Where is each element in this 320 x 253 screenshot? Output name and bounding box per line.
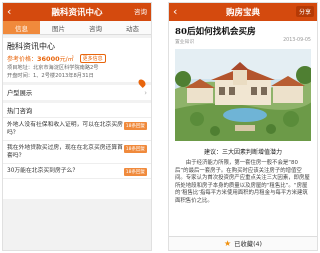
project-name: 融科资讯中心 xyxy=(7,42,55,51)
share-button[interactable]: 分享 xyxy=(295,6,314,17)
floorplan-title: 户型展示 xyxy=(7,90,33,97)
floorplan-section[interactable]: 户型展示 › xyxy=(3,85,151,100)
more-info-button[interactable]: 更多信息 xyxy=(79,54,106,63)
tab-info[interactable]: 信息 xyxy=(3,21,40,34)
project-card: 融科资讯中心 参考价格： 36000 元/㎡ 更多信息 项目地址：北京市海淀区科… xyxy=(3,38,151,82)
chevron-right-icon: › xyxy=(144,88,147,97)
navigation-bar: ‹ 融科资讯中心 咨询 xyxy=(3,3,151,21)
tab-photos[interactable]: 图片 xyxy=(40,21,77,34)
favorite-label: 已收藏(4) xyxy=(234,241,262,248)
article-photo xyxy=(175,49,311,141)
reply-count-badge: 18条回复 xyxy=(123,122,147,130)
faq-item[interactable]: 外地人没有社保和收入证明，可以在北京买房吗？ 18条回复 xyxy=(3,118,151,141)
article-caption: 建议：三大因素判断增值潜力 xyxy=(203,149,282,156)
screenshot: ‹ 融科资讯中心 咨询 信息 图片 咨询 动态 融科资讯中心 参考价格： 360… xyxy=(0,0,320,253)
article-date: 2013-09-05 xyxy=(283,38,311,43)
project-detail-screen: ‹ 融科资讯中心 咨询 信息 图片 咨询 动态 融科资讯中心 参考价格： 360… xyxy=(2,2,152,251)
tab-news[interactable]: 动态 xyxy=(114,21,151,34)
faq-item[interactable]: 我在外地贷款买过房，现在在北京买房还算首套吗？ 18条回复 xyxy=(3,141,151,164)
price-unit: 元/㎡ xyxy=(59,56,74,63)
favorite-bar[interactable]: ★ 已收藏(4) xyxy=(169,236,317,250)
article-meta: 置业知识 2013-09-05 xyxy=(169,37,317,45)
reply-count-badge: 18条回复 xyxy=(123,145,147,153)
price-value: 36000 xyxy=(37,54,60,63)
article-source: 置业知识 xyxy=(175,40,195,45)
reply-count-badge: 18条回复 xyxy=(123,168,147,176)
article-body: 由于经济能力所限，第一套住房一般不会是“80后”的最后一套房子。在购买时应该关注… xyxy=(175,160,310,203)
consult-button[interactable]: 咨询 xyxy=(134,6,147,16)
opening-date: 开盘时间：1、2号楼2013年8月31日 xyxy=(7,73,94,79)
price-label: 参考价格： xyxy=(7,56,38,63)
back-icon[interactable]: ‹ xyxy=(173,5,177,18)
page-title: 购房宝典 xyxy=(225,8,260,18)
article-screen: ‹ 购房宝典 分享 80后如何找机会买房 置业知识 2013-09-05 建议：… xyxy=(168,2,318,251)
navigation-bar: ‹ 购房宝典 分享 xyxy=(169,3,317,21)
price-row: 参考价格： 36000 元/㎡ 更多信息 xyxy=(7,54,147,63)
tab-consult[interactable]: 咨询 xyxy=(77,21,114,34)
back-icon[interactable]: ‹ xyxy=(7,5,11,18)
faq-item[interactable]: 30万能在北京买到房子么？ 18条回复 xyxy=(3,164,151,179)
faq-title: 热门咨询 xyxy=(3,103,151,118)
project-address: 项目地址：北京市海淀区科学院南路2号 xyxy=(7,65,99,71)
page-title: 融科资讯中心 xyxy=(51,8,103,18)
tab-bar: 信息 图片 咨询 动态 xyxy=(3,21,151,35)
article-title: 80后如何找机会买房 xyxy=(175,27,256,37)
list-tail xyxy=(3,179,151,199)
villa-illustration xyxy=(175,49,311,141)
star-icon[interactable]: ★ xyxy=(224,239,231,248)
